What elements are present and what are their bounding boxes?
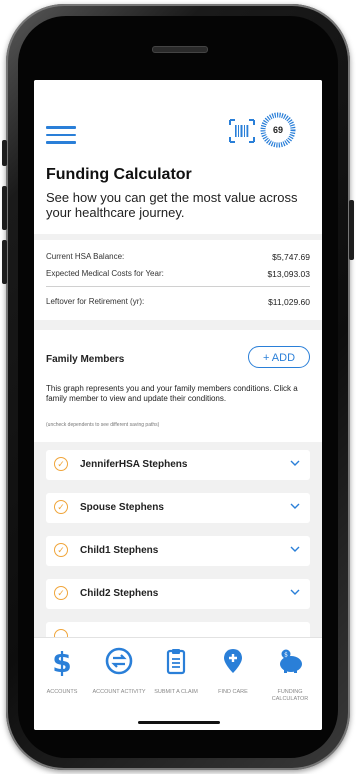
balance-row-current: Current HSA Balance: $5,747.69 <box>46 248 310 265</box>
power-button <box>349 200 354 260</box>
volume-up-button <box>2 186 7 230</box>
balance-value: $5,747.69 <box>272 251 310 262</box>
check-icon[interactable]: ✓ <box>54 500 68 514</box>
member-name: Spouse Stephens <box>80 502 164 513</box>
bottom-navigation: $ ACCOUNTS ACCOUNT ACTIVITY SUBMIT A CLA… <box>34 637 322 730</box>
family-members-title: Family Members <box>46 354 125 365</box>
balance-summary: Current HSA Balance: $5,747.69 Expected … <box>34 240 322 320</box>
chevron-down-icon[interactable] <box>290 459 300 467</box>
page-title: Funding Calculator <box>46 166 192 183</box>
nav-label: FUNDING CALCULATOR <box>271 689 309 702</box>
check-icon[interactable]: ✓ <box>54 543 68 557</box>
piggy-bank-icon: $ <box>280 649 302 673</box>
nav-accounts[interactable]: $ ACCOUNTS <box>34 646 90 696</box>
chevron-down-icon[interactable] <box>290 545 300 553</box>
family-description: This graph represents you and your famil… <box>46 384 298 403</box>
family-member-row[interactable]: ✓ JenniferHSA Stephens <box>46 450 310 480</box>
chevron-down-icon[interactable] <box>290 502 300 510</box>
nav-find-care[interactable]: FIND CARE <box>205 646 261 696</box>
svg-text:$: $ <box>52 646 71 676</box>
balance-row-expected: Expected Medical Costs for Year: $13,093… <box>46 265 310 282</box>
nav-label: SUBMIT A CLAIM <box>154 689 198 695</box>
family-member-list: ✓ JenniferHSA Stephens ✓ Spouse Stephens… <box>34 442 322 652</box>
family-member-row[interactable]: ✓ Child2 Stephens <box>46 579 310 609</box>
balance-value: $11,029.60 <box>268 296 310 307</box>
volume-down-button <box>2 240 7 284</box>
balance-row-leftover: Leftover for Retirement (yr): $11,029.60 <box>46 293 310 310</box>
balance-label: Current HSA Balance: <box>46 252 125 261</box>
location-pin-icon <box>224 649 242 673</box>
add-family-member-button[interactable]: + ADD <box>248 346 310 368</box>
family-members-section: Family Members + ADD This graph represen… <box>34 330 322 442</box>
balance-value: $13,093.03 <box>267 268 310 279</box>
mute-switch <box>2 140 7 166</box>
check-icon[interactable]: ✓ <box>54 586 68 600</box>
health-score-badge[interactable]: 69 <box>260 112 296 148</box>
svg-text:$: $ <box>284 652 288 659</box>
chevron-down-icon[interactable] <box>290 588 300 596</box>
speaker-grille <box>152 46 208 53</box>
health-score-value: 69 <box>272 125 283 135</box>
transfer-icon <box>105 647 133 675</box>
family-member-row[interactable]: ✓ Child1 Stephens <box>46 536 310 566</box>
app-screen: 69 Funding Calculator See how you can ge… <box>34 80 322 730</box>
member-name: Child1 Stephens <box>80 545 159 556</box>
nav-account-activity[interactable]: ACCOUNT ACTIVITY <box>91 646 147 696</box>
nav-funding-calculator[interactable]: $ FUNDING CALCULATOR <box>262 646 318 702</box>
divider <box>46 286 310 287</box>
nav-label: FIND CARE <box>218 689 248 695</box>
nav-label: ACCOUNTS <box>46 689 78 695</box>
check-icon[interactable]: ✓ <box>54 457 68 471</box>
barcode-scan-icon[interactable] <box>228 118 256 144</box>
family-hint: (uncheck dependents to see different sav… <box>46 422 160 428</box>
balance-label: Expected Medical Costs for Year: <box>46 269 164 278</box>
nav-submit-claim[interactable]: SUBMIT A CLAIM <box>148 646 204 696</box>
member-name: Child2 Stephens <box>80 588 159 599</box>
menu-icon[interactable] <box>46 126 76 144</box>
header: 69 Funding Calculator See how you can ge… <box>34 80 322 234</box>
page-subtitle: See how you can get the most value acros… <box>46 190 298 220</box>
dollar-icon: $ <box>52 646 71 679</box>
family-member-row[interactable]: ✓ Spouse Stephens <box>46 493 310 523</box>
home-indicator <box>138 721 220 724</box>
balance-label: Leftover for Retirement (yr): <box>46 297 145 306</box>
nav-label: ACCOUNT ACTIVITY <box>92 689 146 695</box>
clipboard-icon <box>166 649 186 675</box>
member-name: JenniferHSA Stephens <box>80 459 188 470</box>
